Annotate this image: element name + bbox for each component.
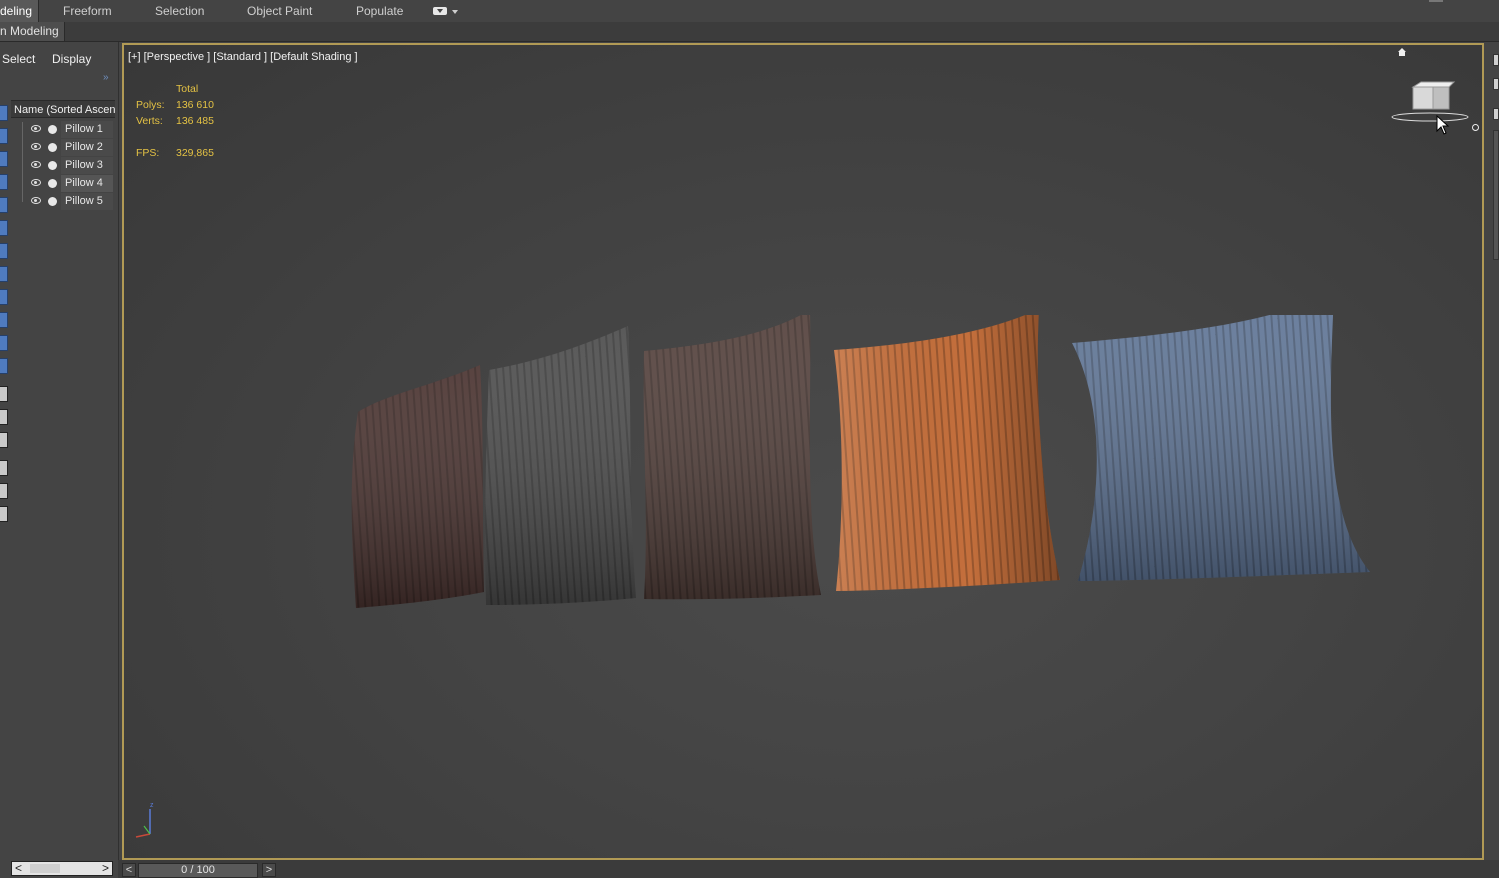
object-name[interactable]: Pillow 3 [61, 157, 113, 174]
filter-tool-icon[interactable] [0, 358, 8, 374]
render-dot-icon[interactable] [48, 143, 57, 152]
object-name[interactable]: Pillow 2 [61, 139, 113, 156]
tool-icon[interactable] [0, 506, 8, 522]
object-name[interactable]: Pillow 4 [61, 175, 113, 192]
dropdown-arrow-icon [452, 10, 458, 14]
filter-tool-icon[interactable] [0, 243, 8, 259]
svg-text:z: z [150, 802, 154, 809]
command-panel-edge [1486, 42, 1499, 878]
list-item[interactable]: Pillow 4 [11, 175, 115, 193]
tool-icon[interactable] [0, 409, 8, 425]
tab-selection[interactable]: Selection [155, 0, 204, 22]
filter-tool-icon[interactable] [0, 105, 8, 121]
tab-freeform[interactable]: Freeform [63, 0, 112, 22]
panel-tab[interactable] [1493, 130, 1499, 260]
filter-tool-icon[interactable] [0, 174, 8, 190]
fps-label: FPS: [136, 147, 160, 159]
viewcube-menu-icon[interactable] [1472, 124, 1479, 131]
time-prev-button[interactable]: < [122, 863, 136, 877]
pillow-2[interactable] [485, 326, 636, 605]
time-slider[interactable]: 0 / 100 [138, 863, 258, 878]
eye-icon[interactable] [31, 125, 41, 132]
tool-icon[interactable] [0, 483, 8, 499]
render-dot-icon[interactable] [48, 197, 57, 206]
pillow-4[interactable] [834, 315, 1060, 591]
perspective-viewport[interactable]: [+] [Perspective ] [Standard ] [Default … [122, 43, 1484, 860]
render-dot-icon[interactable] [48, 179, 57, 188]
panel-tab[interactable] [1493, 78, 1499, 90]
panel-tab[interactable] [1493, 54, 1499, 66]
time-next-button[interactable]: > [262, 863, 276, 877]
explorer-tab-display[interactable]: Display [52, 52, 91, 66]
cursor-icon [1436, 115, 1450, 135]
tab-modeling[interactable]: deling [0, 0, 40, 22]
filter-tool-icon[interactable] [0, 266, 8, 282]
tab-object-paint[interactable]: Object Paint [247, 0, 312, 22]
tab-populate[interactable]: Populate [356, 0, 403, 22]
ribbon-toggle-icon [433, 7, 447, 15]
filter-tool-icon[interactable] [0, 289, 8, 305]
time-slider-bar: < 0 / 100 > [118, 860, 1499, 878]
verts-label: Verts: [136, 115, 163, 127]
pillow-3[interactable] [643, 315, 821, 600]
window-control[interactable] [1429, 0, 1443, 2]
viewcube-icon[interactable] [1388, 79, 1472, 129]
pillow-1[interactable] [351, 365, 484, 608]
name-column-header[interactable]: Name (Sorted Ascen [11, 100, 115, 118]
home-icon[interactable] [1398, 48, 1406, 56]
scene-explorer: Select Display » Name (Sorted Ascen Pill… [0, 42, 119, 878]
list-item[interactable]: Pillow 1 [11, 121, 115, 139]
object-name[interactable]: Pillow 1 [61, 121, 113, 138]
viewport-label-menu[interactable]: [+] [Perspective ] [Standard ] [Default … [128, 51, 358, 63]
filter-tool-icon[interactable] [0, 220, 8, 236]
polys-label: Polys: [136, 99, 165, 111]
filter-tool-icon[interactable] [0, 312, 8, 328]
tool-icon[interactable] [0, 460, 8, 476]
render-dot-icon[interactable] [48, 125, 57, 134]
filter-tool-icon[interactable] [0, 335, 8, 351]
list-item[interactable]: Pillow 2 [11, 139, 115, 157]
panel-tab[interactable] [1493, 108, 1499, 120]
ribbon-panel-bar: n Modeling [0, 22, 1499, 42]
ribbon-tab-bar: deling Freeform Selection Object Paint P… [0, 0, 1499, 23]
scroll-left-icon[interactable]: < [15, 862, 22, 875]
axis-tripod-icon: z [135, 802, 154, 838]
ribbon-options-button[interactable] [433, 6, 458, 18]
stats-header: Total [176, 83, 199, 95]
eye-icon[interactable] [31, 161, 41, 168]
scroll-right-icon[interactable]: > [102, 862, 109, 875]
render-dot-icon[interactable] [48, 161, 57, 170]
object-name[interactable]: Pillow 5 [61, 193, 113, 210]
tool-icon[interactable] [0, 432, 8, 448]
filter-tool-icon[interactable] [0, 151, 8, 167]
list-item[interactable]: Pillow 3 [11, 157, 115, 175]
list-item[interactable]: Pillow 5 [11, 193, 115, 211]
eye-icon[interactable] [31, 197, 41, 204]
scene-pillows [351, 315, 1370, 608]
fps-value: 329,865 [176, 147, 214, 159]
polygon-modeling-panel[interactable]: n Modeling [0, 22, 65, 41]
tool-icon[interactable] [0, 386, 8, 402]
filter-tool-icon[interactable] [0, 197, 8, 213]
explorer-scrollbar[interactable]: < > [11, 861, 113, 876]
eye-icon[interactable] [31, 143, 41, 150]
verts-value: 136 485 [176, 115, 214, 127]
pillow-5[interactable] [1072, 315, 1370, 581]
explorer-tab-select[interactable]: Select [2, 52, 35, 66]
expand-icon[interactable]: » [103, 72, 109, 83]
filter-tool-icon[interactable] [0, 128, 8, 144]
explorer-toolstrip [0, 100, 10, 600]
eye-icon[interactable] [31, 179, 41, 186]
scroll-thumb[interactable] [30, 864, 60, 873]
polys-value: 136 610 [176, 99, 214, 111]
